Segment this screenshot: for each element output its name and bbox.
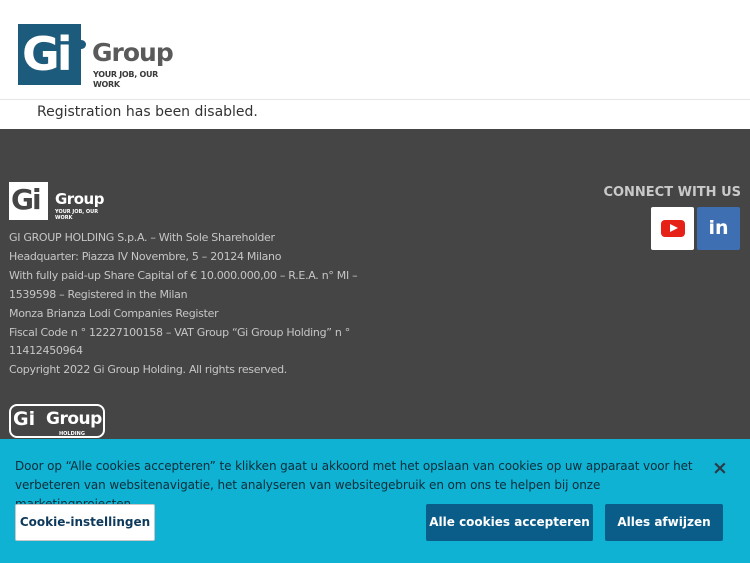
legal-line: Monza Brianza Lodi Companies Register: [9, 306, 219, 320]
close-icon[interactable]: ×: [710, 457, 730, 479]
youtube-icon: [661, 220, 685, 237]
holding-logo-mark-text: Gi: [13, 408, 36, 430]
gi-group-holding-logo[interactable]: Gi Group HOLDING: [9, 404, 107, 438]
logo-mark-text: Gi: [22, 27, 73, 81]
accept-all-cookies-button[interactable]: Alle cookies accepteren: [426, 504, 593, 541]
legal-line: GI GROUP HOLDING S.p.A. – With Sole Shar…: [9, 231, 275, 244]
legal-line: Copyright 2022 Gi Group Holding. All rig…: [9, 363, 287, 377]
legal-line: With fully paid-up Share Capital of € 10…: [9, 268, 358, 282]
cookie-consent-banner: Door op “Alle cookies accepteren” te kli…: [0, 439, 750, 563]
connect-with-us-heading: CONNECT WITH US: [603, 185, 741, 200]
footer-logo[interactable]: Gi Group YOUR JOB, OUR WORK: [9, 182, 109, 221]
site-footer: Gi Group YOUR JOB, OUR WORK GI GROUP HOL…: [0, 129, 750, 439]
reject-all-button[interactable]: Alles afwijzen: [605, 504, 723, 541]
holding-logo-tagline: HOLDING: [59, 431, 85, 437]
logo-wordmark: Group: [92, 38, 174, 67]
logo-mark: Gi: [18, 24, 81, 85]
youtube-link[interactable]: [651, 207, 694, 250]
logo-tagline: YOUR JOB, OUR WORK: [93, 70, 159, 89]
linkedin-link[interactable]: in: [697, 207, 740, 250]
holding-logo-wordmark: Group: [46, 409, 102, 429]
footer-logo-mark: Gi: [9, 182, 48, 220]
legal-line: 11412450964: [9, 344, 83, 358]
gi-group-logo[interactable]: Gi Group YOUR JOB, OUR WORK: [18, 24, 178, 89]
registration-disabled-message: Registration has been disabled.: [37, 104, 258, 120]
linkedin-icon: in: [708, 217, 729, 239]
footer-logo-tagline: YOUR JOB, OUR WORK: [55, 209, 99, 221]
site-header: Gi Group YOUR JOB, OUR WORK: [0, 0, 750, 100]
cookie-settings-button[interactable]: Cookie-instellingen: [15, 504, 155, 541]
footer-logo-mark-text: Gi: [11, 183, 42, 216]
legal-line: Fiscal Code n ° 12227100158 – VAT Group …: [9, 325, 350, 339]
legal-line: 1539598 – Registered in the Milan: [9, 287, 188, 301]
logo-dot: [77, 40, 86, 49]
legal-line: Headquarter: Piazza IV Novembre, 5 – 201…: [9, 249, 282, 263]
footer-logo-wordmark: Group: [55, 190, 104, 208]
company-legal-info: GI GROUP HOLDING S.p.A. – With Sole Shar…: [9, 229, 358, 380]
